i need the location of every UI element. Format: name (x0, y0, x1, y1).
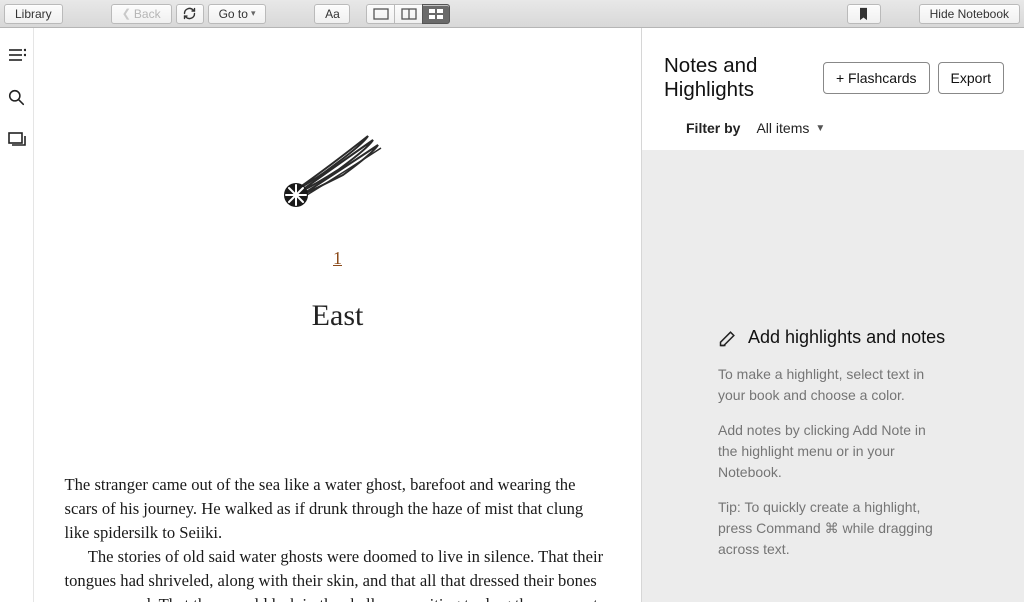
left-sidebar (0, 28, 34, 602)
filter-dropdown[interactable]: All items ▼ (756, 120, 825, 136)
filter-label: Filter by (686, 120, 740, 136)
bookmark-button[interactable] (847, 4, 881, 24)
notebook-body: Add highlights and notes To make a highl… (642, 150, 1024, 602)
scroll-view-icon (428, 8, 444, 20)
back-button[interactable]: ❮Back (111, 4, 172, 24)
view-scroll-button[interactable] (422, 4, 450, 24)
notebook-help: Add highlights and notes To make a highl… (662, 327, 1004, 582)
pencil-icon (718, 328, 738, 348)
font-button[interactable]: Aa (314, 4, 350, 24)
filter-value: All items (756, 120, 809, 136)
search-button[interactable] (8, 88, 26, 106)
chapter-number: 1 (65, 248, 611, 269)
view-single-button[interactable] (366, 4, 394, 24)
notebook-header: Notes and Highlights + Flashcards Export (642, 28, 1024, 110)
chevron-down-icon: ▼ (815, 123, 825, 134)
view-two-column-button[interactable] (394, 4, 422, 24)
paragraph[interactable]: The stranger came out of the sea like a … (65, 473, 611, 545)
goto-button[interactable]: Go to▾ (208, 4, 267, 24)
page-content: 1 East The stranger came out of the sea … (53, 28, 623, 602)
main-layout: 1 East The stranger came out of the sea … (0, 28, 1024, 602)
paragraph[interactable]: The stories of old said water ghosts wer… (65, 545, 611, 602)
chapter-illustration (65, 118, 611, 208)
two-column-icon (401, 8, 417, 20)
chapter-title: East (65, 299, 611, 333)
toc-button[interactable] (8, 46, 26, 64)
help-text: Add notes by clicking Add Note in the hi… (718, 420, 948, 483)
single-page-icon (373, 8, 389, 20)
help-text: Tip: To quickly create a highlight, pres… (718, 497, 948, 560)
notebook-filter-row: Filter by All items ▼ (642, 110, 1024, 150)
sync-icon (182, 6, 197, 21)
cards-icon (8, 132, 26, 147)
goto-label: Go to (219, 7, 248, 21)
hide-notebook-button[interactable]: Hide Notebook (919, 4, 1020, 24)
cards-button[interactable] (8, 130, 26, 148)
sync-button[interactable] (176, 4, 204, 24)
top-toolbar: Library ❮Back Go to▾ Aa Hide Notebook (0, 0, 1024, 28)
back-label: Back (134, 7, 161, 21)
comet-icon (278, 118, 398, 208)
toc-icon (8, 48, 26, 62)
search-icon (8, 89, 25, 106)
chevron-down-icon: ▾ (251, 8, 256, 19)
body-text[interactable]: The stranger came out of the sea like a … (65, 473, 611, 602)
library-button[interactable]: Library (4, 4, 63, 24)
help-text: To make a highlight, select text in your… (718, 364, 948, 406)
notebook-title: Notes and Highlights (664, 54, 815, 102)
flashcards-button[interactable]: + Flashcards (823, 62, 930, 94)
notebook-panel: Notes and Highlights + Flashcards Export… (641, 28, 1024, 602)
export-button[interactable]: Export (938, 62, 1004, 94)
help-heading-row: Add highlights and notes (718, 327, 948, 348)
help-heading: Add highlights and notes (748, 327, 945, 348)
reader-pane[interactable]: 1 East The stranger came out of the sea … (34, 28, 641, 602)
bookmark-icon (858, 7, 869, 21)
view-mode-segment (366, 4, 450, 24)
